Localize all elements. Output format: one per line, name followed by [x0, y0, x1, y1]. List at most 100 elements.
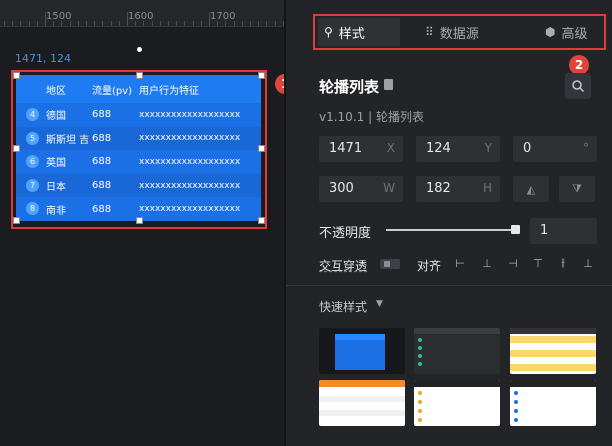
horizontal-ruler: 1500 1600 1700	[0, 0, 284, 27]
ruler-tick	[184, 21, 186, 26]
version-label: v1.10.1 | 轮播列表	[319, 110, 424, 124]
align-left-icon[interactable]: ⊢	[453, 256, 467, 270]
ruler-tick	[110, 21, 112, 26]
chevron-down-icon[interactable]: ▼	[376, 299, 383, 309]
quick-style-thumb-1[interactable]	[319, 328, 405, 374]
ruler-tick	[217, 21, 219, 26]
tabs-highlight	[313, 14, 606, 50]
ruler-tick	[135, 21, 137, 26]
ruler-tick	[151, 21, 153, 26]
resize-handle[interactable]	[13, 72, 20, 79]
component-title: 轮播列表	[319, 78, 380, 96]
ruler-tick	[61, 21, 63, 26]
ruler-tick	[143, 21, 145, 26]
interaction-passthrough-label: 交互穿透	[319, 259, 368, 273]
callout-badge-1: 1	[275, 74, 284, 94]
resize-handle[interactable]	[258, 72, 265, 79]
resize-handle[interactable]	[136, 72, 143, 79]
ruler-tick	[4, 21, 5, 26]
quick-style-title: 快速样式	[319, 300, 368, 314]
ruler-tick	[36, 21, 38, 26]
ruler-label: 1600	[128, 11, 154, 22]
canvas-area[interactable]: 1500 1600 1700 1471, 124 地区 流量(pv) 用户行为特…	[0, 0, 284, 446]
rotate-handle[interactable]	[137, 47, 142, 52]
ruler-tick	[118, 21, 120, 26]
ruler-tick	[45, 12, 46, 26]
opacity-label: 不透明度	[319, 226, 372, 241]
ruler-tick	[258, 21, 260, 26]
ruler-tick	[28, 21, 30, 26]
width-unit: W	[383, 181, 395, 195]
rotation-unit: °	[583, 141, 589, 155]
resize-handle[interactable]	[13, 217, 20, 224]
position-readout: 1471, 124	[15, 52, 71, 65]
ruler-tick	[192, 21, 194, 26]
ruler-tick	[225, 21, 227, 26]
flip-horizontal-button[interactable]: ◭	[513, 176, 549, 202]
ruler-tick	[168, 21, 169, 26]
section-divider	[286, 285, 612, 286]
y-field[interactable]: 124 Y	[416, 136, 500, 162]
quick-style-thumb-5[interactable]	[414, 380, 500, 426]
x-value: 1471	[329, 141, 363, 156]
y-value: 124	[426, 141, 451, 156]
height-unit: H	[482, 181, 492, 195]
document-icon[interactable]	[384, 79, 393, 90]
ruler-tick	[209, 12, 210, 26]
x-unit: X	[386, 141, 395, 155]
x-field[interactable]: 1471 X	[319, 136, 403, 162]
ruler-label: 1500	[46, 11, 72, 22]
rotation-field[interactable]: 0 °	[513, 136, 597, 162]
ruler-tick	[53, 21, 55, 26]
ruler-label: 1700	[210, 11, 236, 22]
ruler-tick	[241, 21, 243, 26]
flip-vertical-button[interactable]: ⧩	[559, 176, 595, 202]
ruler-tick	[159, 21, 161, 26]
quick-style-thumb-3[interactable]	[510, 328, 596, 374]
align-right-icon[interactable]: ⊣	[506, 256, 520, 270]
ruler-tick	[77, 21, 79, 26]
align-center-horizontal-icon[interactable]: ⊥	[480, 256, 494, 270]
flip-vertical-icon: ⧩	[572, 182, 582, 195]
interaction-passthrough-toggle[interactable]	[380, 259, 400, 269]
align-bottom-icon[interactable]: ⊥	[581, 256, 595, 270]
ruler-tick	[176, 21, 178, 26]
opacity-input[interactable]: 1	[530, 218, 597, 244]
height-value: 182	[426, 181, 451, 196]
align-center-vertical-icon[interactable]: ⫲	[556, 256, 570, 270]
search-button[interactable]	[565, 73, 591, 99]
align-label: 对齐	[417, 259, 442, 273]
quick-style-thumb-2[interactable]	[414, 328, 500, 374]
align-top-icon[interactable]: ⊤	[531, 256, 545, 270]
ruler-tick	[94, 21, 96, 26]
height-field[interactable]: 182 H	[416, 176, 500, 202]
y-unit: Y	[484, 141, 492, 155]
quick-style-thumb-6[interactable]	[510, 380, 596, 426]
ruler-tick	[274, 21, 276, 26]
callout-badge-2: 2	[569, 55, 589, 75]
opacity-slider[interactable]	[386, 229, 516, 231]
ruler-tick	[69, 21, 71, 26]
ruler-tick	[200, 21, 202, 26]
ruler-tick	[102, 21, 104, 26]
ruler-tick	[12, 21, 14, 26]
width-field[interactable]: 300 W	[319, 176, 403, 202]
search-icon	[572, 80, 585, 93]
ruler-tick	[233, 21, 235, 26]
ruler-tick	[20, 21, 22, 26]
width-value: 300	[329, 181, 354, 196]
quick-style-thumb-4[interactable]	[319, 380, 405, 426]
resize-handle[interactable]	[258, 217, 265, 224]
ruler-tick	[250, 21, 251, 26]
opacity-value: 1	[540, 223, 549, 238]
ruler-tick	[266, 21, 268, 26]
rotation-value: 0	[523, 141, 532, 156]
flip-horizontal-icon: ◭	[526, 182, 536, 196]
resize-handle[interactable]	[258, 145, 265, 152]
ruler-tick	[86, 21, 87, 26]
opacity-slider-handle[interactable]	[511, 225, 520, 234]
ruler-tick	[127, 12, 128, 26]
selection-highlight	[11, 70, 267, 229]
resize-handle[interactable]	[13, 145, 20, 152]
resize-handle[interactable]	[136, 217, 143, 224]
